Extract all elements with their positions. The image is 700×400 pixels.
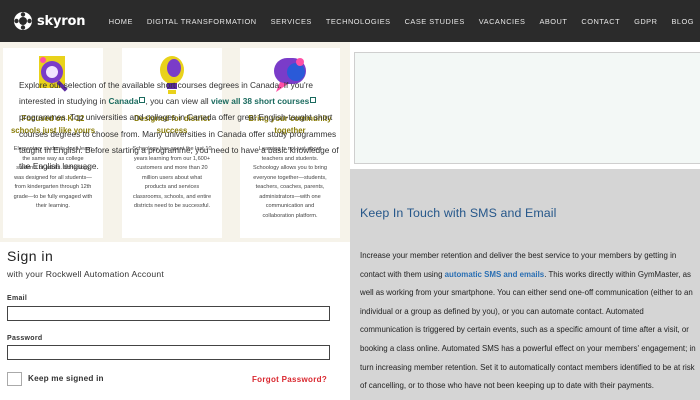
- sms-panel: Keep In Touch with SMS and Email Increas…: [350, 169, 700, 400]
- sms-paragraph: Increase your member retention and deliv…: [360, 247, 696, 396]
- nav-case-studies[interactable]: CASE STUDIES: [405, 17, 465, 26]
- nav-contact[interactable]: CONTACT: [581, 17, 620, 26]
- study-paragraph: Explore our selection of the available s…: [19, 77, 339, 174]
- sms-title: Keep In Touch with SMS and Email: [360, 206, 557, 220]
- email-field[interactable]: [7, 306, 330, 321]
- keep-signed-in-checkbox[interactable]: [7, 372, 22, 386]
- nav-home[interactable]: HOME: [109, 17, 133, 26]
- nav-gdpr[interactable]: GDPR: [634, 17, 657, 26]
- sms-text-2: . This works directly within GymMaster, …: [360, 269, 696, 391]
- nav-digital-transformation[interactable]: DIGITAL TRANSFORMATION: [147, 17, 257, 26]
- nav-technologies[interactable]: TECHNOLOGIES: [326, 17, 391, 26]
- study-text-3: programmes. Top universities and college…: [19, 112, 339, 172]
- nav-services[interactable]: SERVICES: [271, 17, 312, 26]
- automatic-sms-link[interactable]: automatic SMS and emails: [445, 270, 545, 279]
- nav-blog[interactable]: BLOG: [671, 17, 694, 26]
- study-box: [354, 52, 700, 164]
- main-nav: HOME DIGITAL TRANSFORMATION SERVICES TEC…: [95, 0, 694, 42]
- study-panel: [350, 42, 700, 169]
- signin-title: Sign in: [7, 248, 54, 264]
- external-link-icon: [310, 97, 317, 104]
- nav-about[interactable]: ABOUT: [539, 17, 567, 26]
- logo-icon: [14, 12, 32, 30]
- study-text-2: , you can view all: [145, 96, 211, 107]
- logo-text: skyron: [37, 13, 86, 29]
- signin-form: Sign in with your Rockwell Automation Ac…: [0, 242, 350, 400]
- view-all-courses-link[interactable]: view all 38 short courses: [211, 96, 309, 106]
- top-navbar: skyron HOME DIGITAL TRANSFORMATION SERVI…: [0, 0, 700, 42]
- signin-subtitle: with your Rockwell Automation Account: [7, 269, 164, 279]
- password-label: Password: [7, 335, 43, 342]
- nav-vacancies[interactable]: VACANCIES: [479, 17, 526, 26]
- skyron-logo[interactable]: skyron: [13, 11, 85, 31]
- keep-signed-in-label: Keep me signed in: [28, 374, 104, 383]
- forgot-password-link[interactable]: Forgot Password?: [252, 375, 327, 384]
- canada-link[interactable]: Canada: [108, 96, 138, 106]
- password-field[interactable]: [7, 345, 330, 360]
- email-label: Email: [7, 295, 28, 302]
